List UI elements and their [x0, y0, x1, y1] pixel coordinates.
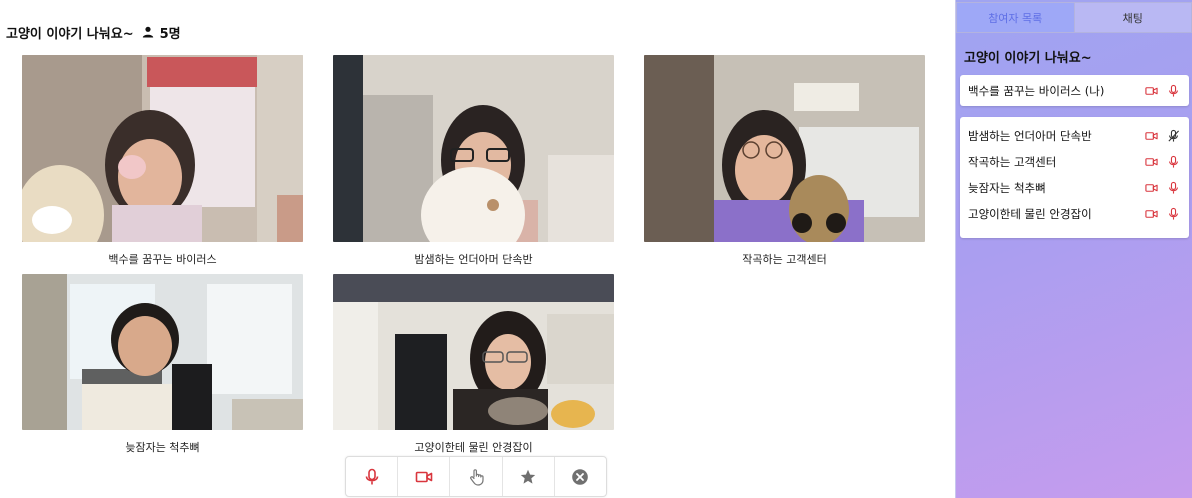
participant-row: 밤샘하는 언더아머 단속반	[960, 123, 1189, 149]
video-tile: 밤샘하는 언더아머 단속반	[333, 55, 614, 267]
participant-name: 작곡하는 고객센터	[968, 155, 1057, 169]
person-icon	[142, 26, 153, 38]
tile-caption: 밤샘하는 언더아머 단속반	[414, 253, 533, 266]
mic-icon[interactable]	[1167, 181, 1180, 195]
mic-icon[interactable]	[1167, 84, 1180, 97]
mic-icon[interactable]	[1167, 155, 1180, 169]
participant-name: 밤샘하는 언더아머 단속반	[968, 129, 1092, 143]
sidebar-tabs: 참여자 목록 채팅	[956, 2, 1192, 33]
camera-icon[interactable]	[1145, 84, 1158, 97]
room-title: 고양이 이야기 나눠요~	[6, 26, 134, 42]
participant-count: 5명	[159, 26, 181, 42]
mic-toggle-button[interactable]	[346, 457, 399, 496]
mic-icon	[365, 468, 378, 484]
my-participant-card: 백수를 꿈꾸는 바이러스 (나)	[960, 75, 1189, 106]
mic-icon[interactable]	[1167, 207, 1180, 221]
camera-icon[interactable]	[1145, 156, 1158, 169]
video-tile: 작곡하는 고객센터	[644, 55, 925, 267]
close-circle-icon	[572, 468, 589, 485]
participant-row: 고양이한테 물린 안경잡이	[960, 201, 1189, 227]
tile-caption: 백수를 꿈꾸는 바이러스	[108, 253, 217, 266]
camera-toggle-button[interactable]	[398, 457, 451, 496]
video-feed	[644, 55, 925, 242]
mic-off-icon[interactable]	[1167, 129, 1180, 143]
participant-list: 밤샘하는 언더아머 단속반 작곡하는 고객센터 늦잠자는 척추뼈 고양이한테 물…	[960, 117, 1189, 238]
participant-name: 늦잠자는 척추뼈	[968, 181, 1046, 195]
star-icon	[521, 469, 536, 484]
video-feed	[22, 274, 303, 430]
favorite-button[interactable]	[503, 457, 555, 496]
participant-row: 늦잠자는 척추뼈	[960, 175, 1189, 201]
participant-row: 백수를 꿈꾸는 바이러스 (나)	[960, 75, 1189, 106]
raise-hand-button[interactable]	[450, 457, 503, 496]
call-controls	[345, 456, 607, 497]
video-feed	[333, 274, 614, 430]
leave-call-button[interactable]	[555, 457, 606, 496]
video-tile: 백수를 꿈꾸는 바이러스	[22, 55, 303, 267]
camera-icon[interactable]	[1145, 130, 1158, 143]
camera-icon[interactable]	[1145, 182, 1158, 195]
camera-icon	[415, 471, 433, 482]
sidebar: 참여자 목록 채팅 고양이 이야기 나눠요~ 백수를 꿈꾸는 바이러스 (나) …	[955, 0, 1192, 498]
tab-participants[interactable]: 참여자 목록	[956, 2, 1075, 33]
participant-name: 고양이한테 물린 안경잡이	[968, 207, 1092, 221]
participant-name: 백수를 꿈꾸는 바이러스 (나)	[968, 83, 1105, 98]
tile-caption: 늦잠자는 척추뼈	[125, 441, 200, 454]
video-feed	[333, 55, 614, 242]
video-tile: 고양이한테 물린 안경잡이	[333, 274, 614, 455]
tile-caption: 고양이한테 물린 안경잡이	[414, 441, 533, 454]
hand-icon	[470, 468, 484, 486]
tab-chat[interactable]: 채팅	[1074, 2, 1192, 33]
room-header: 고양이 이야기 나눠요~ 5명	[6, 22, 181, 42]
camera-icon[interactable]	[1145, 208, 1158, 221]
sidebar-room-title: 고양이 이야기 나눠요~	[964, 51, 1092, 66]
video-feed	[22, 55, 303, 242]
participant-row: 작곡하는 고객센터	[960, 149, 1189, 175]
video-tile: 늦잠자는 척추뼈	[22, 274, 303, 455]
tile-caption: 작곡하는 고객센터	[742, 253, 827, 266]
